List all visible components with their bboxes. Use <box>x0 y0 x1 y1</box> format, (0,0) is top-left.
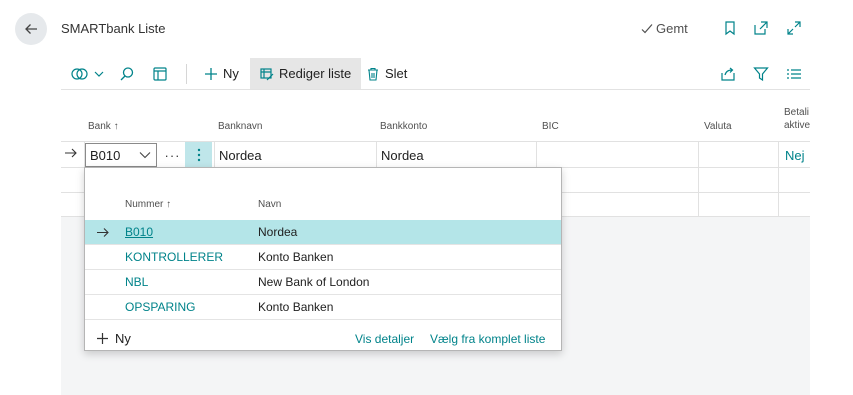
expand-icon[interactable] <box>785 19 803 37</box>
lookup-column-header-navn[interactable]: Navn <box>258 199 281 210</box>
lookup-navn: Nordea <box>258 225 298 239</box>
current-row-arrow-icon <box>97 228 109 237</box>
toolbar-divider <box>186 64 187 84</box>
list-view-button[interactable] <box>786 58 802 89</box>
chevron-down-icon[interactable] <box>139 151 151 159</box>
search-button[interactable] <box>119 58 135 89</box>
bank-input[interactable]: B010 <box>85 143 157 167</box>
share-icon <box>721 67 735 81</box>
back-button[interactable] <box>15 13 47 45</box>
grid-column-divider <box>778 142 779 217</box>
arrow-left-icon <box>25 24 37 34</box>
grid-column-divider <box>214 142 215 168</box>
select-from-full-list-link[interactable]: Vælg fra komplet liste <box>430 332 545 346</box>
share-button[interactable] <box>720 58 736 89</box>
list-icon <box>787 68 801 79</box>
lookup-nummer[interactable]: OPSPARING <box>125 300 195 314</box>
row-actions-button[interactable] <box>185 142 212 167</box>
bank-input-value: B010 <box>90 147 121 163</box>
column-header-bankkonto[interactable]: Bankkonto <box>380 121 427 132</box>
lookup-footer: Ny Vis detaljer Vælg fra komplet liste <box>85 327 561 351</box>
plus-icon <box>205 67 217 80</box>
lookup-new-button[interactable]: Ny <box>96 331 131 346</box>
vertical-ellipsis-icon <box>197 148 200 161</box>
delete-label: Slet <box>385 66 408 81</box>
lookup-nummer[interactable]: B010 <box>125 225 153 239</box>
grid-column-divider <box>376 142 377 168</box>
bookmark-icon[interactable] <box>721 19 739 37</box>
filter-icon <box>753 66 769 81</box>
column-header-betaling[interactable]: Betali aktive <box>784 107 810 131</box>
cell-betaling[interactable]: Nej <box>785 148 805 163</box>
lookup-new-label: Ny <box>115 331 131 346</box>
action-bar: Ny Rediger liste Slet <box>61 56 810 90</box>
layout-icon <box>153 66 167 81</box>
edit-list-label: Rediger liste <box>279 66 352 81</box>
lookup-row[interactable]: OPSPARING Konto Banken <box>85 295 561 320</box>
grid-column-divider <box>698 142 699 217</box>
lookup-navn: New Bank of London <box>258 275 370 289</box>
view-options-icon <box>71 67 88 80</box>
edit-list-button[interactable]: Rediger liste <box>250 58 362 89</box>
lookup-row[interactable]: KONTROLLERER Konto Banken <box>85 245 561 270</box>
page-title: SMARTbank Liste <box>61 21 166 36</box>
cell-bankkonto[interactable]: Nordea <box>381 148 424 163</box>
lookup-row[interactable]: NBL New Bank of London <box>85 270 561 295</box>
current-row-arrow-icon <box>64 147 78 162</box>
edit-list-icon <box>260 67 274 80</box>
lookup-column-header-nummer[interactable]: Nummer ↑ <box>125 199 171 210</box>
plus-icon <box>97 333 108 344</box>
show-details-link[interactable]: Vis detaljer <box>355 332 414 346</box>
open-new-window-icon[interactable] <box>752 19 770 37</box>
column-header-bic[interactable]: BIC <box>542 121 559 132</box>
lookup-nummer[interactable]: KONTROLLERER <box>125 250 223 264</box>
saved-label: Gemt <box>656 21 688 36</box>
trash-icon <box>368 67 378 81</box>
layout-button[interactable] <box>152 58 168 89</box>
lookup-row[interactable]: B010 Nordea <box>85 220 561 245</box>
view-switcher-button[interactable] <box>71 58 104 89</box>
lookup-navn: Konto Banken <box>258 300 334 314</box>
delete-button[interactable]: Slet <box>366 58 407 89</box>
new-button-label: Ny <box>223 66 239 81</box>
search-icon <box>120 66 134 80</box>
lookup-nummer[interactable]: NBL <box>125 275 148 289</box>
checkmark-icon <box>641 23 653 33</box>
column-header-banknavn[interactable]: Banknavn <box>218 121 262 132</box>
saved-status: Gemt <box>640 21 688 36</box>
bank-lookup-dropdown: Nummer ↑ Navn B010 Nordea KONTROLLERER K… <box>84 167 562 351</box>
column-header-bank[interactable]: Bank ↑ <box>88 121 119 132</box>
lookup-navn: Konto Banken <box>258 250 334 264</box>
column-header-valuta[interactable]: Valuta <box>704 121 732 132</box>
chevron-down-icon <box>94 71 104 77</box>
filter-button[interactable] <box>753 58 769 89</box>
cell-banknavn[interactable]: Nordea <box>219 148 262 163</box>
new-button[interactable]: Ny <box>204 58 239 89</box>
more-options-icon[interactable]: ··· <box>160 143 185 167</box>
